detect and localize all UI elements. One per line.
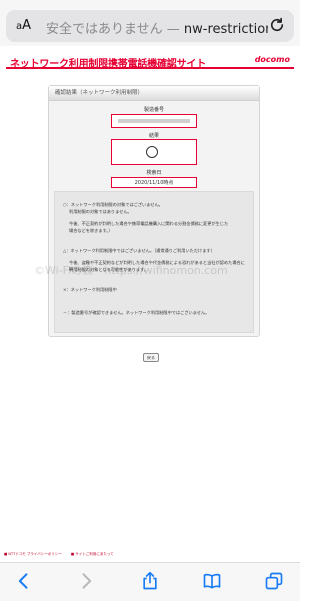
- imei-label: 製造番号: [143, 107, 164, 113]
- url-text: nw-restriction: [183, 22, 268, 37]
- reload-icon[interactable]: [268, 16, 286, 34]
- note-circle-line1: 利用制限の対象ではありません。: [69, 209, 132, 214]
- browser-toolbar: [0, 562, 300, 601]
- note-circle-title: ○：ネットワーク利用制限の対象ではございません。: [63, 202, 163, 207]
- chevron-right-icon[interactable]: [76, 571, 96, 591]
- result-box: [111, 139, 197, 165]
- panel-header: 確認結果（ネットワーク利用制限）: [49, 86, 259, 101]
- book-icon[interactable]: [202, 571, 222, 591]
- result-label: 結果: [148, 133, 159, 139]
- result-circle-mark: [146, 146, 158, 158]
- site-terms-link[interactable]: ■ サイトご利用にあたって: [71, 552, 114, 556]
- date-value: 2020/11/10時点: [134, 180, 174, 186]
- header-divider: [6, 67, 294, 69]
- watermark: ©Wi-Fiの森 https://wifinomon.com: [34, 264, 228, 277]
- date-label: 検索日: [146, 170, 162, 176]
- panel-header-title: 確認結果（ネットワーク利用制限）: [55, 90, 144, 96]
- chevron-left-icon[interactable]: [14, 571, 34, 591]
- note-dash-title: －：製造番号が確認できません。ネットワーク利用制限中ではございません。: [63, 310, 210, 315]
- imei-masked-value: [118, 119, 190, 123]
- browser-top-bar: aA 安全ではありません — nw-restriction: [0, 0, 300, 46]
- note-triangle-title: △：ネットワーク利用制限中ではございません。（通常通りご利用いただけます）: [63, 248, 215, 253]
- tabs-icon[interactable]: [264, 571, 284, 591]
- result-panel: 確認結果（ネットワーク利用制限） 製造番号 結果 検索日 2020/11/10時…: [48, 85, 260, 337]
- page-settings-button[interactable]: aA: [16, 18, 31, 33]
- docomo-logo: docomo: [254, 55, 290, 64]
- note-circle-line3: 場合などを除きます。）: [69, 228, 113, 233]
- url-separator: —: [162, 22, 184, 37]
- note-cross-title: ×：ネットワーク利用制限中: [63, 287, 117, 292]
- address-bar[interactable]: aA 安全ではありません — nw-restriction: [6, 10, 294, 42]
- url-display[interactable]: 安全ではありません — nw-restriction: [46, 18, 268, 37]
- privacy-policy-link[interactable]: ■ NTTドコモ プライバシーポリシー: [4, 552, 62, 556]
- note-circle-line2: 今後、不正契約が判明した場合や携帯電話機購入に関わる分割金債務に変更が生じた: [69, 221, 229, 226]
- footer-links: ■ NTTドコモ プライバシーポリシー ■ サイトご利用にあたって: [4, 552, 122, 557]
- share-icon[interactable]: [140, 571, 160, 591]
- imei-box: [111, 114, 197, 128]
- security-warning: 安全ではありません: [46, 22, 163, 37]
- date-box: 2020/11/10時点: [111, 177, 197, 188]
- back-button[interactable]: 戻る: [143, 353, 159, 362]
